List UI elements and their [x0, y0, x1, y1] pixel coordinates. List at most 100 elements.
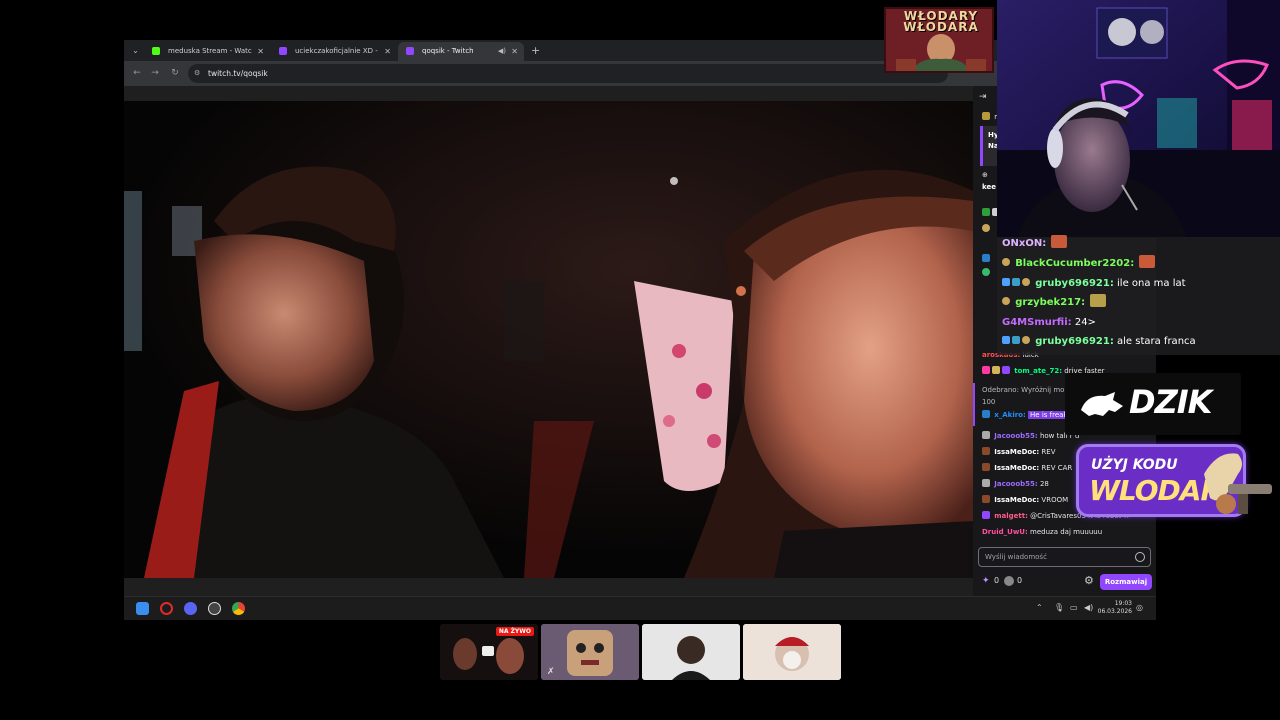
emote-picker-icon[interactable]: [1135, 552, 1145, 562]
tab-qoqsik[interactable]: qoqsik - Twitch ◀) ✕: [398, 42, 524, 61]
overlay-message: gruby696921: ale stara franca: [1002, 332, 1196, 351]
bits-count: 0: [1017, 576, 1023, 585]
chat-text: REV CAR: [1041, 464, 1073, 472]
badge-icon: [982, 447, 990, 455]
chat-username[interactable]: IssaMeDoc:: [994, 496, 1039, 504]
close-tab-icon[interactable]: ✕: [511, 42, 518, 61]
site-info-icon[interactable]: ⚙: [194, 68, 204, 78]
emote-icon: [1139, 255, 1156, 268]
chat-username[interactable]: IssaMeDoc:: [994, 448, 1039, 456]
chat-text: REV: [1041, 448, 1056, 456]
badge-icon: [1022, 336, 1030, 344]
badge-icon: [1002, 258, 1010, 266]
promo-line1: UŻYJ KODU: [1091, 457, 1178, 473]
badge-icon: [1012, 278, 1020, 286]
close-tab-icon[interactable]: ✕: [257, 42, 264, 61]
badge-icon: [982, 463, 990, 471]
overlay-message: ONxON:: [1002, 234, 1068, 253]
overlay-username: G4MSmurfii:: [1002, 317, 1072, 328]
forward-icon[interactable]: →: [148, 66, 162, 80]
video-frame: [124, 101, 973, 578]
collapse-chat-icon[interactable]: ⇥: [979, 92, 987, 102]
tab-title: qoqsik - Twitch: [422, 47, 474, 55]
overlay-text: ile ona ma lat: [1117, 278, 1186, 289]
chat-username[interactable]: malgett:: [994, 512, 1028, 520]
promo-mascot-icon: [1204, 453, 1272, 514]
tab-meduska[interactable]: meduska Stream - Watch Live o ✕: [144, 42, 270, 61]
overlay-text: 24>: [1074, 317, 1096, 328]
webcam-frame: [997, 0, 1280, 238]
windows-taskbar: ⌃ 🎙 ▭ ◀) 19:03 06.03.2026 ◎: [124, 596, 1156, 620]
overlay-username: BlackCucumber2202:: [1015, 258, 1135, 269]
overlay-username: gruby696921:: [1035, 336, 1114, 347]
logo-mascot: [896, 34, 986, 71]
chat-username[interactable]: Jacooob55:: [994, 480, 1037, 488]
stream-screen: ⌄ meduska Stream - Watch Live o ✕ uciekc…: [0, 0, 1280, 720]
chat-message-input[interactable]: Wyślij wiadomość: [978, 547, 1151, 567]
chat-text: 28: [1039, 480, 1049, 488]
overlay-message: gruby696921: ile ona ma lat: [1002, 274, 1186, 293]
volume-icon[interactable]: ◀): [1084, 603, 1093, 612]
tray-arrow-icon[interactable]: ⌃: [1036, 603, 1043, 612]
back-icon[interactable]: ←: [130, 66, 144, 80]
discord-icon[interactable]: [184, 602, 197, 615]
badge-icon: [1002, 297, 1010, 305]
dzik-brand-text: DZIK: [1129, 383, 1212, 421]
overlay-message: G4MSmurfii: 24>: [1002, 313, 1096, 332]
channel-points-icon[interactable]: ✦: [982, 576, 990, 586]
close-tab-icon[interactable]: ✕: [384, 42, 391, 61]
tab-title: uciekczakoficjalnie XD - Twitch: [295, 47, 379, 55]
badge-icon: [982, 511, 990, 519]
taskbar-clock[interactable]: 19:03 06.03.2026: [1098, 600, 1132, 616]
chat-username[interactable]: tom_ate_72:: [1014, 367, 1062, 375]
address-bar[interactable]: ⚙ twitch.tv/qoqsik: [188, 64, 948, 83]
thumbnail-live-stream[interactable]: NA ŻYWO: [440, 624, 538, 680]
chat-username[interactable]: Druid_UwU:: [982, 528, 1028, 536]
chat-text: meduza daj muuuuu: [1030, 528, 1103, 536]
overlay-username: gruby696921:: [1035, 278, 1114, 289]
video-player[interactable]: [124, 101, 973, 578]
chat-text: VROOM: [1041, 496, 1069, 504]
emote-icon: [1051, 235, 1068, 248]
chat-settings-icon[interactable]: ⚙: [1084, 574, 1094, 587]
emote-icon: [1090, 294, 1107, 307]
opera-icon[interactable]: [160, 602, 173, 615]
chat-send-button[interactable]: Rozmawiaj: [1100, 574, 1152, 590]
steam-icon[interactable]: [208, 602, 221, 615]
network-icon[interactable]: ▭: [1070, 603, 1078, 612]
new-tab-button[interactable]: +: [531, 43, 540, 58]
badge-icon: [982, 495, 990, 503]
speaker-icon[interactable]: ◀): [498, 42, 506, 61]
chat-username[interactable]: Jacooob55:: [994, 432, 1037, 440]
badge-icon: [982, 410, 990, 418]
points-count: 0: [994, 576, 1000, 585]
tab-uciekczak[interactable]: uciekczakoficjalnie XD - Twitch ✕: [271, 42, 397, 61]
boar-icon: [1081, 392, 1123, 416]
chat-username[interactable]: IssaMeDoc:: [994, 464, 1039, 472]
twitch-favicon-icon: [406, 47, 414, 55]
chat-text: He is freak: [1028, 411, 1070, 419]
badge-icon: [1002, 278, 1010, 286]
reload-icon[interactable]: ↻: [168, 66, 182, 80]
thumbnail-image: [642, 624, 740, 680]
notification-icon[interactable]: ◎: [1136, 603, 1143, 612]
overlay-text: ale stara franca: [1117, 336, 1196, 347]
bits-icon[interactable]: [1004, 576, 1014, 586]
kick-favicon-icon: [152, 47, 160, 55]
chat-input-placeholder: Wyślij wiadomość: [985, 553, 1047, 561]
thumbnail-avatar-2[interactable]: [642, 624, 740, 680]
twitch-favicon-icon: [279, 47, 287, 55]
svg-text:✗: ✗: [547, 667, 555, 677]
tab-title: meduska Stream - Watch Live o: [168, 47, 252, 55]
badge-icon: [1002, 336, 1010, 344]
microphone-icon[interactable]: 🎙: [1054, 603, 1064, 612]
start-icon[interactable]: [136, 602, 149, 615]
tab-search-icon[interactable]: ⌄: [128, 43, 143, 58]
crown-icon: [982, 112, 990, 120]
chat-username[interactable]: x_Akiro:: [994, 411, 1026, 419]
thumbnail-avatar-1[interactable]: ✗: [541, 624, 639, 680]
chrome-icon[interactable]: [232, 602, 245, 615]
thumbnail-avatar-3[interactable]: [743, 624, 841, 680]
thumbnail-image: ✗: [541, 624, 639, 680]
emote-badge-icon: [992, 366, 1000, 374]
